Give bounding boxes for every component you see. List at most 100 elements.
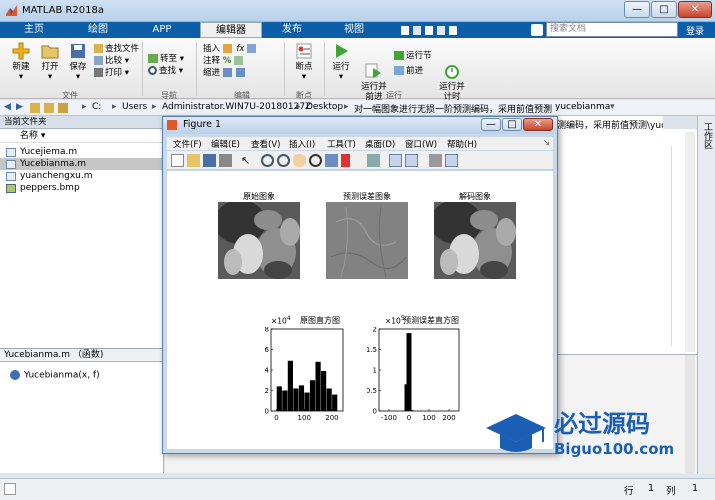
file-item[interactable]: peppers.bmp bbox=[0, 182, 163, 194]
original-image bbox=[218, 202, 300, 279]
comment-icon bbox=[233, 56, 243, 65]
y-tick-label: 1.5 bbox=[367, 346, 377, 354]
colorbar-icon[interactable] bbox=[389, 154, 402, 167]
find-files-button[interactable]: 查找文件 bbox=[94, 43, 139, 55]
histogram-bar bbox=[298, 385, 305, 411]
breadcrumb-user[interactable]: Administrator.WIN7U-20180127Z bbox=[162, 102, 311, 112]
close-button[interactable]: ✕ bbox=[678, 1, 712, 18]
pointer-icon[interactable]: ↖ bbox=[241, 154, 254, 167]
zoom-in-icon[interactable] bbox=[261, 154, 274, 167]
menu-edit[interactable]: 编辑(E) bbox=[211, 138, 240, 150]
fx-label[interactable]: fx bbox=[236, 44, 244, 54]
advance-button[interactable]: 前进 bbox=[394, 65, 432, 77]
file-name: Yucejiema.m bbox=[20, 147, 78, 157]
print-label: 打印 bbox=[105, 68, 123, 78]
breakpoints-icon bbox=[296, 43, 312, 59]
insert-label: 插入 bbox=[203, 44, 221, 54]
hide-plot-tools-icon[interactable] bbox=[429, 154, 442, 167]
maximize-button[interactable]: □ bbox=[651, 1, 677, 18]
print-figure-icon[interactable] bbox=[219, 154, 232, 167]
save-button[interactable]: 保存 ▾ bbox=[64, 42, 92, 82]
function-signature[interactable]: Yucebianma(x, f) bbox=[10, 370, 100, 381]
brush-icon[interactable] bbox=[341, 154, 350, 167]
run-time-button[interactable]: 运行并 计时 bbox=[436, 42, 468, 102]
help-icon[interactable] bbox=[531, 24, 543, 36]
figure-close-button[interactable]: ✕ bbox=[523, 118, 553, 131]
breadcrumb-users[interactable]: Users bbox=[122, 102, 147, 112]
show-plot-tools-icon[interactable] bbox=[445, 154, 458, 167]
zoom-out-icon[interactable] bbox=[277, 154, 290, 167]
open-file-icon[interactable] bbox=[187, 154, 200, 167]
run-button[interactable]: 运行 ▾ bbox=[328, 42, 354, 82]
save-figure-icon[interactable] bbox=[203, 154, 216, 167]
file-item[interactable]: yuanchengxu.m bbox=[0, 170, 163, 182]
name-column-header[interactable]: 名称 ▾ bbox=[0, 129, 163, 143]
menu-desktop[interactable]: 桌面(D) bbox=[365, 138, 395, 150]
histogram-bar bbox=[332, 394, 338, 411]
tab-publish[interactable]: 发布 bbox=[264, 22, 320, 38]
breadcrumb-project[interactable]: 对一幅图象进行无损一阶预测编码，采用前值预测 bbox=[354, 102, 552, 115]
new-button[interactable]: 新建 ▾ bbox=[6, 42, 36, 82]
up-folder-icon[interactable] bbox=[30, 103, 40, 113]
insert-button[interactable]: 插入 fx bbox=[203, 43, 258, 55]
separator bbox=[284, 42, 285, 96]
open-button[interactable]: 打开 ▾ bbox=[36, 42, 64, 82]
figure-maximize-button[interactable]: □ bbox=[502, 118, 522, 131]
quick-access-icons[interactable] bbox=[400, 25, 460, 36]
editor-header-controls[interactable] bbox=[663, 116, 697, 129]
comment-button[interactable]: 注释 % bbox=[203, 55, 258, 67]
tab-apps[interactable]: APP bbox=[134, 22, 190, 38]
new-figure-icon[interactable] bbox=[171, 154, 184, 167]
data-cursor-icon[interactable] bbox=[325, 154, 338, 167]
compare-button[interactable]: 比较 ▾ bbox=[94, 55, 139, 67]
login-link[interactable]: 登录 bbox=[686, 24, 704, 37]
tab-editor[interactable]: 编辑器 bbox=[200, 22, 262, 38]
breadcrumb-desktop[interactable]: Desktop bbox=[306, 102, 343, 112]
find-button[interactable]: 查找 ▾ bbox=[148, 65, 184, 77]
folder-icon[interactable] bbox=[58, 103, 68, 113]
x-tick-label: 200 bbox=[325, 414, 338, 422]
tab-home[interactable]: 主页 bbox=[6, 22, 62, 38]
indent-button[interactable]: 缩进 bbox=[203, 67, 258, 79]
y-tick-label: 2 bbox=[265, 387, 269, 395]
browse-folder-icon[interactable] bbox=[44, 103, 54, 113]
y-tick-label: 1 bbox=[373, 367, 377, 375]
row-value: 1 bbox=[648, 483, 655, 494]
workspace-tab[interactable]: 工作区 bbox=[701, 122, 714, 149]
menu-view[interactable]: 查看(V) bbox=[251, 138, 280, 150]
menu-insert[interactable]: 插入(I) bbox=[289, 138, 315, 150]
breakpoints-button[interactable]: 断点 ▾ bbox=[290, 42, 318, 82]
rotate-3d-icon[interactable] bbox=[309, 154, 322, 167]
search-input[interactable]: 搜索文档 bbox=[546, 22, 678, 37]
open-label: 打开 bbox=[41, 62, 59, 72]
file-item-selected[interactable]: Yucebianma.m bbox=[0, 158, 163, 170]
run-section-button[interactable]: 运行节 bbox=[394, 50, 432, 62]
pan-hand-icon[interactable] bbox=[293, 154, 306, 167]
back-icon[interactable]: ◀ bbox=[4, 102, 11, 112]
file-item[interactable]: Yucejiema.m bbox=[0, 146, 163, 158]
y-tick-label: 8 bbox=[265, 327, 269, 334]
details-title: Yucebianma.m （函数) bbox=[0, 349, 163, 362]
indent-label: 缩进 bbox=[203, 68, 221, 78]
menu-help[interactable]: 帮助(H) bbox=[447, 138, 477, 150]
comment-label: 注释 bbox=[203, 56, 221, 66]
menu-file[interactable]: 文件(F) bbox=[173, 138, 202, 150]
link-plot-icon[interactable] bbox=[367, 154, 380, 167]
y-tick-label: 2 bbox=[373, 327, 377, 334]
menu-tools[interactable]: 工具(T) bbox=[327, 138, 356, 150]
advance-label: 前进 bbox=[406, 66, 424, 76]
figure-minimize-button[interactable]: — bbox=[481, 118, 501, 131]
workspace-side-panel[interactable]: 工作区 bbox=[697, 116, 715, 473]
menu-dock-icon[interactable]: ↘ bbox=[543, 138, 550, 148]
tab-plots[interactable]: 绘图 bbox=[70, 22, 126, 38]
minimize-button[interactable]: — bbox=[624, 1, 650, 18]
forward-icon[interactable]: ▶ bbox=[16, 102, 23, 112]
tab-view[interactable]: 视图 bbox=[326, 22, 382, 38]
menu-window[interactable]: 窗口(W) bbox=[405, 138, 437, 150]
goto-button[interactable]: 转至 ▾ bbox=[148, 53, 184, 65]
legend-icon[interactable] bbox=[405, 154, 418, 167]
print-button[interactable]: 打印 ▾ bbox=[94, 67, 139, 79]
breadcrumb-current[interactable]: yucebianma bbox=[555, 102, 610, 112]
editor-scrollbar[interactable] bbox=[685, 132, 695, 352]
breadcrumb-drive[interactable]: C: bbox=[92, 102, 101, 112]
